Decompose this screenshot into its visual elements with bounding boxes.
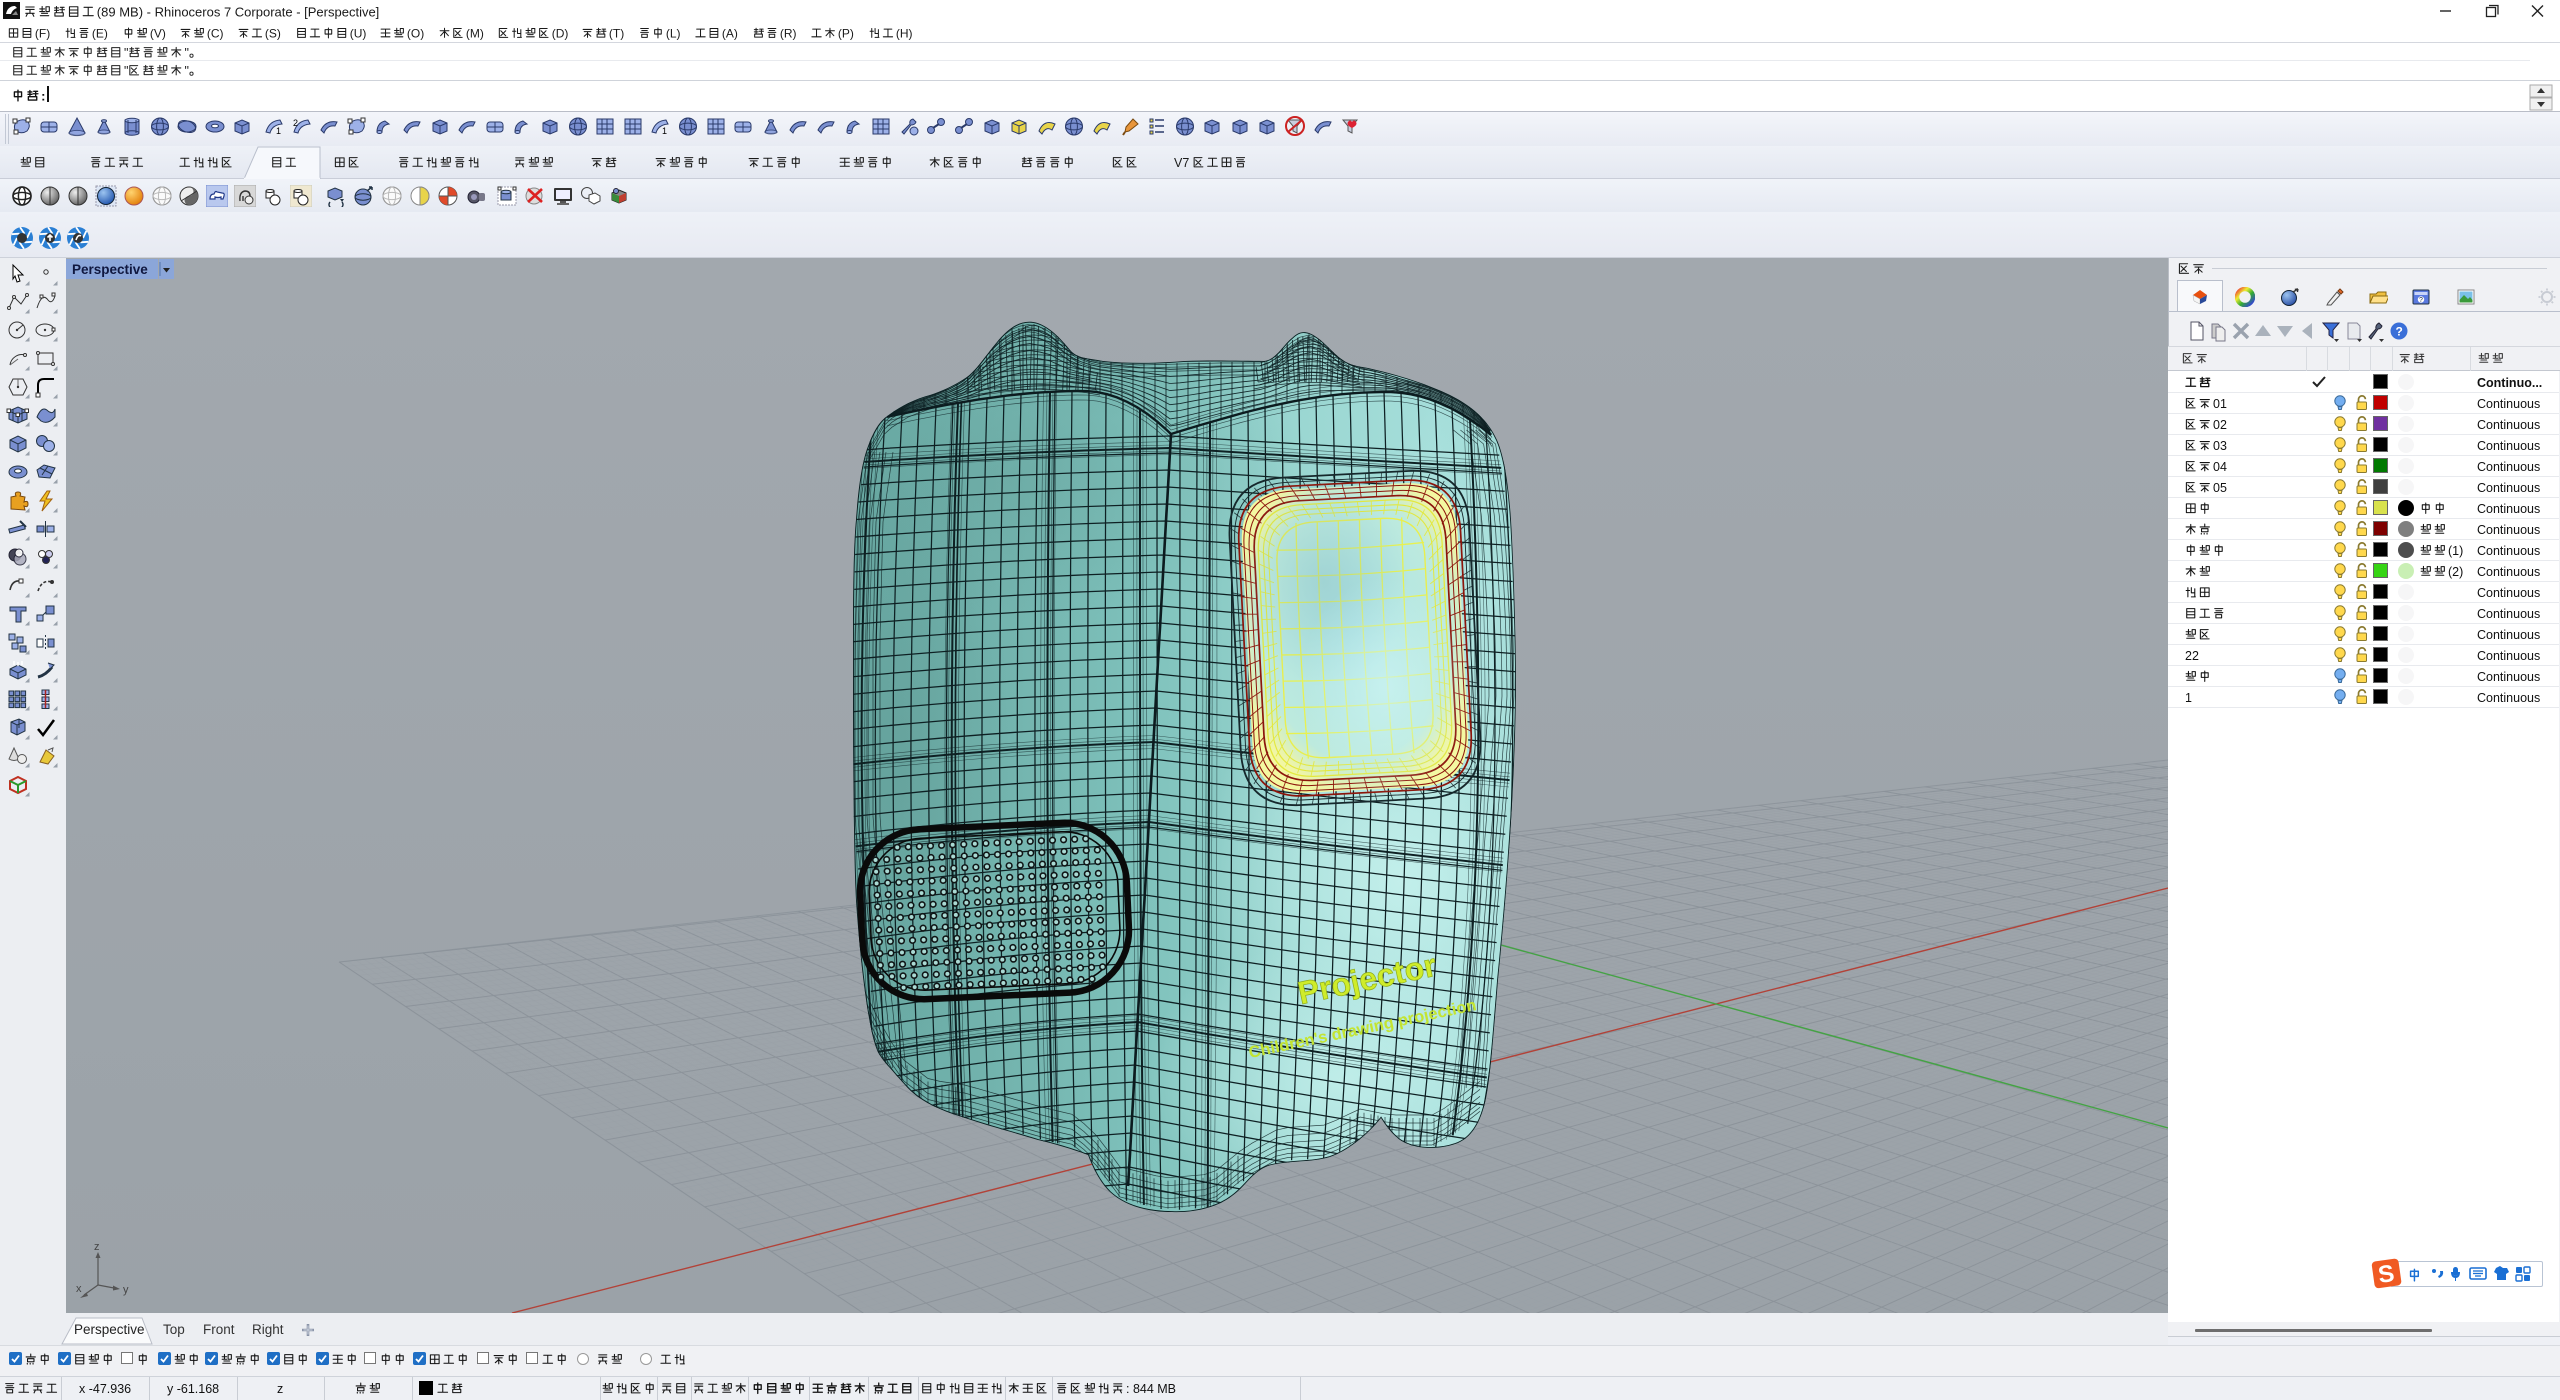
svg-text:Continuous: Continuous (2477, 502, 2540, 516)
svg-text:Continuous: Continuous (2477, 439, 2540, 453)
svg-text:(R): (R) (780, 26, 797, 40)
svg-text:02: 02 (2213, 418, 2227, 432)
svg-text:": " (184, 64, 188, 78)
svg-text:1: 1 (276, 126, 281, 136)
svg-text:Continuous: Continuous (2477, 418, 2540, 432)
svg-text:Continuous: Continuous (2477, 544, 2540, 558)
svg-text:22: 22 (2185, 649, 2199, 663)
svg-text:(E): (E) (92, 26, 108, 40)
svg-text:Perspective: Perspective (74, 1322, 145, 1337)
svg-text:: 844 MB: : 844 MB (1126, 1382, 1176, 1396)
svg-text:z: z (277, 1382, 283, 1396)
svg-text:": " (124, 46, 128, 60)
svg-text:?: ? (2419, 297, 2423, 304)
svg-text:2: 2 (293, 118, 298, 128)
svg-text:": " (184, 46, 188, 60)
svg-text:y: y (123, 1284, 129, 1296)
svg-text:(D): (D) (552, 26, 569, 40)
svg-text:Continuous: Continuous (2477, 565, 2540, 579)
svg-text:Perspective: Perspective (72, 262, 148, 277)
svg-text:(P): (P) (838, 26, 854, 40)
svg-text:(V): (V) (149, 26, 165, 40)
svg-text:1: 1 (662, 126, 667, 136)
svg-text:Continuous: Continuous (2477, 607, 2540, 621)
svg-text:Continuous: Continuous (2477, 397, 2540, 411)
svg-text:Front: Front (203, 1322, 235, 1337)
svg-text:(2): (2) (2448, 565, 2463, 579)
svg-text:Continuous: Continuous (2477, 481, 2540, 495)
svg-text:z: z (94, 1241, 100, 1253)
svg-text:(C): (C) (207, 26, 224, 40)
svg-text::: : (41, 89, 45, 104)
svg-text:(T): (T) (609, 26, 624, 40)
svg-text:(H): (H) (896, 26, 913, 40)
svg-text:Right: Right (252, 1322, 284, 1337)
svg-text:(F): (F) (35, 26, 50, 40)
svg-text:01: 01 (2213, 397, 2227, 411)
svg-text:(1): (1) (2448, 544, 2463, 558)
svg-text:Continuo...: Continuo... (2477, 376, 2542, 390)
svg-text:x: x (76, 1283, 82, 1295)
svg-text:(U): (U) (350, 26, 367, 40)
svg-text:04: 04 (2213, 460, 2227, 474)
svg-text:(M): (M) (466, 26, 484, 40)
svg-text:Continuous: Continuous (2477, 691, 2540, 705)
svg-text:(S): (S) (265, 26, 281, 40)
svg-text:05: 05 (2213, 481, 2227, 495)
svg-text:(A): (A) (722, 26, 738, 40)
svg-text:Continuous: Continuous (2477, 628, 2540, 642)
svg-text:03: 03 (2213, 439, 2227, 453)
svg-text:(O): (O) (407, 26, 424, 40)
svg-text:Continuous: Continuous (2477, 460, 2540, 474)
svg-text:Top: Top (163, 1322, 185, 1337)
svg-text:Continuous: Continuous (2477, 649, 2540, 663)
svg-text:x -47.936: x -47.936 (79, 1382, 131, 1396)
svg-text:Continuous: Continuous (2477, 670, 2540, 684)
svg-text:(89 MB) - Rhinoceros 7 Corpora: (89 MB) - Rhinoceros 7 Corporate - [Pers… (97, 5, 380, 20)
svg-text:1: 1 (2185, 691, 2192, 705)
svg-text:Continuous: Continuous (2477, 586, 2540, 600)
svg-text:(L): (L) (666, 26, 681, 40)
svg-text:V7: V7 (1174, 156, 1189, 170)
svg-text:?: ? (2396, 325, 2403, 339)
svg-text:y -61.168: y -61.168 (167, 1382, 219, 1396)
svg-text:Continuous: Continuous (2477, 523, 2540, 537)
svg-text:": " (124, 64, 128, 78)
